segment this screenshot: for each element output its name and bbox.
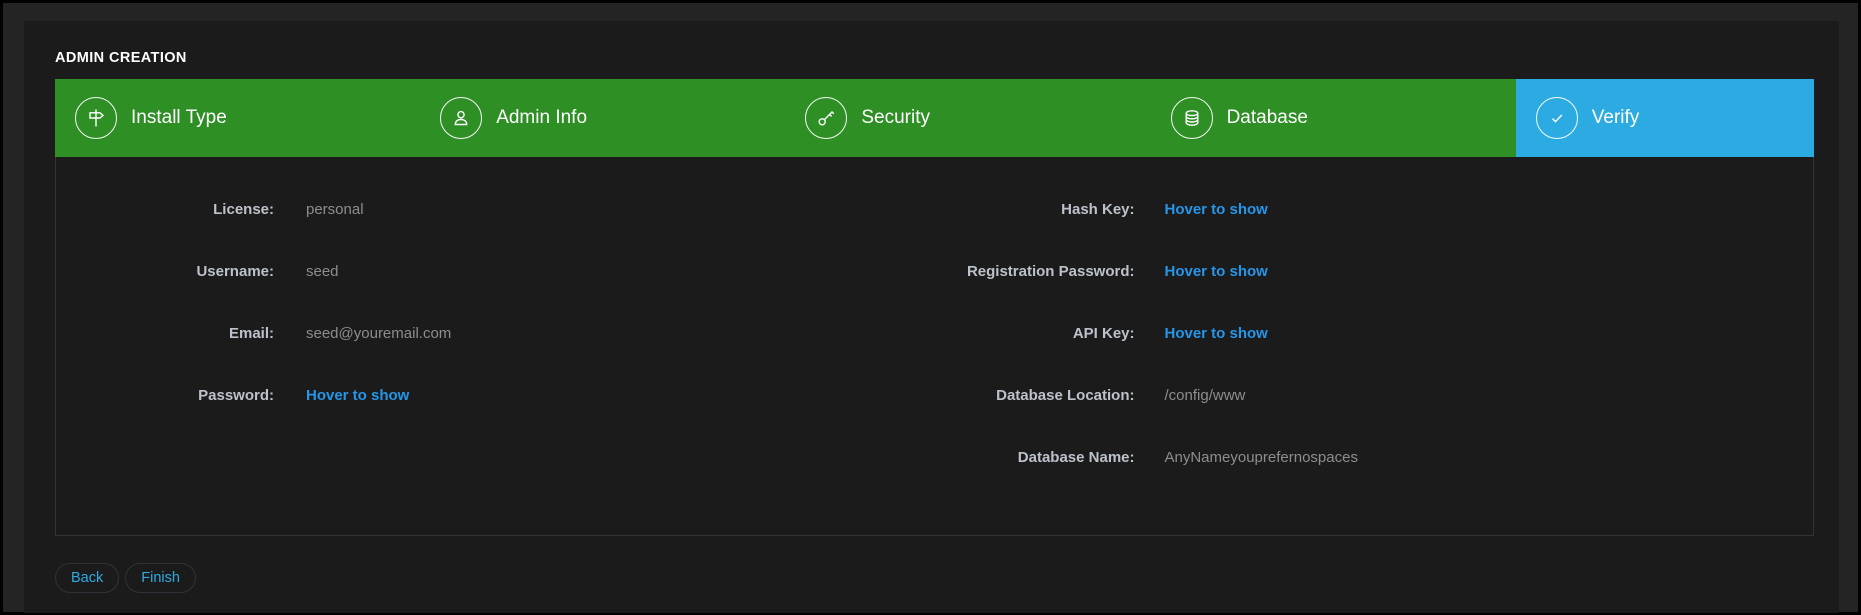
step-security[interactable]: Security [785, 79, 1150, 157]
field-label: Hash Key: [935, 201, 1135, 218]
summary-row-database-location: Database Location: /config/www [935, 365, 1814, 427]
field-value: seed@youremail.com [306, 325, 451, 342]
field-value: seed [306, 263, 339, 280]
hover-to-show-api-key[interactable]: Hover to show [1165, 325, 1268, 342]
step-verify[interactable]: Verify [1516, 79, 1814, 157]
field-label: Database Location: [935, 387, 1135, 404]
step-admin-info[interactable]: Admin Info [420, 79, 785, 157]
step-install-type[interactable]: Install Type [55, 79, 420, 157]
field-value: /config/www [1165, 387, 1246, 404]
verify-summary-panel: License: personal Username: seed Email: … [55, 157, 1814, 536]
field-label: Username: [56, 263, 274, 280]
hover-to-show-registration-password[interactable]: Hover to show [1165, 263, 1268, 280]
main-panel: ADMIN CREATION Install Type [24, 21, 1839, 613]
step-label: Admin Info [496, 107, 587, 129]
summary-row-license: License: personal [56, 179, 935, 241]
summary-row-registration-password: Registration Password: Hover to show [935, 241, 1814, 303]
field-label: Registration Password: [935, 263, 1135, 280]
summary-column-left: License: personal Username: seed Email: … [56, 179, 935, 535]
summary-row-password: Password: Hover to show [56, 365, 935, 427]
step-database[interactable]: Database [1151, 79, 1516, 157]
signpost-icon [75, 97, 117, 139]
summary-row-username: Username: seed [56, 241, 935, 303]
page-title: ADMIN CREATION [55, 51, 1814, 66]
database-icon [1171, 97, 1213, 139]
field-label: Email: [56, 325, 274, 342]
field-value: personal [306, 201, 364, 218]
key-icon [805, 97, 847, 139]
back-button[interactable]: Back [55, 563, 119, 593]
user-icon [440, 97, 482, 139]
field-label: API Key: [935, 325, 1135, 342]
summary-column-right: Hash Key: Hover to show Registration Pas… [935, 179, 1814, 535]
summary-row-email: Email: seed@youremail.com [56, 303, 935, 365]
wizard-footer: Back Finish [55, 563, 1814, 593]
step-label: Database [1227, 107, 1308, 129]
field-label: Database Name: [935, 449, 1135, 466]
summary-row-api-key: API Key: Hover to show [935, 303, 1814, 365]
field-value: AnyNameyouprefernospaces [1165, 449, 1358, 466]
field-label: Password: [56, 387, 274, 404]
step-label: Install Type [131, 107, 227, 129]
step-label: Security [861, 107, 930, 129]
summary-row-database-name: Database Name: AnyNameyouprefernospaces [935, 427, 1814, 489]
summary-row-hash-key: Hash Key: Hover to show [935, 179, 1814, 241]
finish-button[interactable]: Finish [125, 563, 196, 593]
check-icon [1536, 97, 1578, 139]
step-label: Verify [1592, 107, 1640, 129]
hover-to-show-password[interactable]: Hover to show [306, 387, 409, 404]
hover-to-show-hash-key[interactable]: Hover to show [1165, 201, 1268, 218]
wizard-step-bar: Install Type Admin Info [55, 79, 1814, 157]
field-label: License: [56, 201, 274, 218]
